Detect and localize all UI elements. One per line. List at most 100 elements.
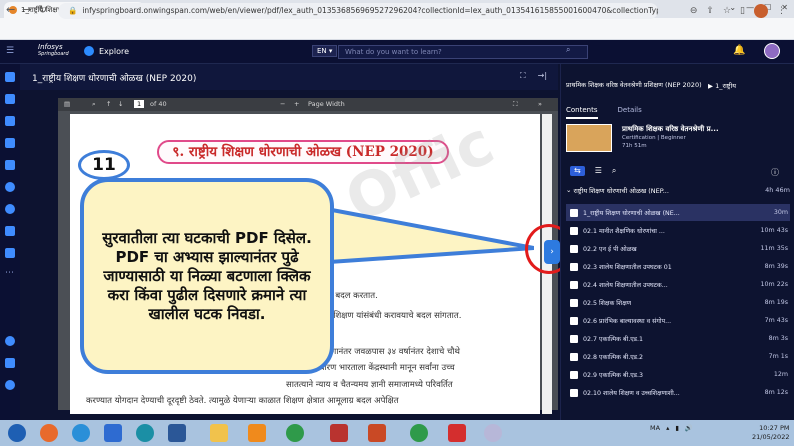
hamburger-menu-icon[interactable]: ☰ xyxy=(6,46,14,56)
zoom-select[interactable]: Page Width xyxy=(308,100,345,108)
explore-link[interactable]: Explore xyxy=(84,46,129,56)
video-icon xyxy=(570,388,578,397)
start-button-icon[interactable] xyxy=(8,424,26,442)
content-item[interactable]: 02.8 एकात्मिक बी.एड.2 7m 1s xyxy=(566,348,790,365)
item-label: 02.10 शालेय शिक्षण व उच्चशिक्षणाशी... xyxy=(583,390,680,397)
logo-line1: Infosys xyxy=(38,43,63,51)
forward-arrow-icon[interactable]: → xyxy=(22,3,31,16)
notification-bell-icon[interactable]: 🔔 xyxy=(733,45,745,56)
item-label: 02.7 एकात्मिक बी.एड.1 xyxy=(583,336,644,343)
triangle-nav-icon[interactable] xyxy=(5,94,15,104)
tree-view-icon[interactable]: ⇆ xyxy=(570,166,585,176)
fullscreen-icon[interactable]: ⛶ xyxy=(520,71,526,81)
more-icon[interactable]: ⋯ xyxy=(5,268,14,278)
user-avatar[interactable] xyxy=(764,43,780,59)
page-number-input[interactable]: 1 xyxy=(134,100,145,108)
zoom-in-button[interactable]: + xyxy=(294,100,299,108)
code-icon[interactable] xyxy=(5,138,15,148)
pdf-line-4: क धोरणानंतर जवळपास ३४ वर्षानंतर देशाचे च… xyxy=(310,347,460,357)
tab-contents[interactable]: Contents xyxy=(566,106,598,119)
content-item[interactable]: 02.10 शालेय शिक्षण व उच्चशिक्षणाशी... 8m … xyxy=(566,384,790,401)
content-item[interactable]: 02.3 शालेय शिक्षणातील उपघटक 01 8m 39s xyxy=(566,258,790,275)
sidebar-toggle-icon[interactable]: ▤ xyxy=(64,100,70,108)
document-icon[interactable] xyxy=(5,248,15,258)
url-field[interactable]: 🔒 infyspringboard.onwingspan.com/web/en/v… xyxy=(58,3,658,19)
collapse-panel-icon[interactable]: →| xyxy=(538,71,547,81)
pdf-search-icon[interactable]: ⌕ xyxy=(92,100,96,109)
taskbar-clock[interactable]: 10:27 PM 21/05/2022 xyxy=(752,424,789,442)
firefox-icon[interactable] xyxy=(40,424,58,442)
word-icon[interactable] xyxy=(168,424,186,442)
search-input[interactable]: What do you want to learn? xyxy=(338,45,588,59)
help-icon[interactable] xyxy=(5,380,15,390)
item-label: 02.2 एन ई पी ओळख xyxy=(583,246,637,253)
pdf-icon xyxy=(570,208,578,217)
sidebar-toggle-icon[interactable]: ▯ xyxy=(740,6,745,16)
card-title[interactable]: प्राथमिक शिक्षक वरिष्ठ वेतनश्रेणी प्र... xyxy=(622,125,719,134)
file-explorer-icon[interactable] xyxy=(210,424,228,442)
panel-search-icon[interactable]: ⌕ xyxy=(612,166,616,176)
back-arrow-icon[interactable]: ← xyxy=(6,3,15,16)
content-item[interactable]: 02.5 शिक्षक शिक्षण 8m 19s xyxy=(566,294,790,311)
item-duration: 11m 35s xyxy=(760,245,788,252)
course-title: 1_राष्ट्रीय शिक्षण धोरणाची ओळख (NEP 2020… xyxy=(32,74,197,84)
tools-icon[interactable]: » xyxy=(538,100,542,108)
pdf-line-3: शिक्षक शिक्षण यांसंबंधी करावयाचे बदल सां… xyxy=(310,311,462,321)
content-item[interactable]: 02.4 शालेय शिक्षणातील उपघटक... 10m 22s xyxy=(566,276,790,293)
chrome-icon[interactable] xyxy=(286,424,304,442)
breadcrumb-current[interactable]: 1_राष्ट्रीय xyxy=(715,82,736,90)
infosys-springboard-logo[interactable]: Infosys Springboard xyxy=(38,44,69,58)
item-duration: 12m xyxy=(773,371,788,378)
edge-icon[interactable] xyxy=(136,424,154,442)
list-view-icon[interactable]: ☰ xyxy=(595,166,602,176)
content-item[interactable]: 02.9 एकात्मिक बी.एड.3 12m xyxy=(566,366,790,383)
presentation-icon[interactable]: ⛶ xyxy=(513,100,518,109)
target-icon[interactable] xyxy=(5,182,15,192)
zoom-icon[interactable]: ⊖ xyxy=(690,6,698,16)
prev-page-icon[interactable]: ↑ xyxy=(106,100,111,108)
item-duration: 10m 22s xyxy=(760,281,788,288)
chat-icon[interactable] xyxy=(5,160,15,170)
content-item[interactable]: 1_राष्ट्रीय शिक्षण धोरणाची ओळख (NE... 30m xyxy=(566,204,790,221)
item-label: 02.5 शिक्षक शिक्षण xyxy=(583,300,632,307)
media-player-icon[interactable] xyxy=(104,424,122,442)
gear-icon[interactable] xyxy=(5,336,15,346)
share-icon[interactable]: ⇪ xyxy=(706,6,714,16)
zoom-out-button[interactable]: − xyxy=(280,100,285,108)
volume-icon[interactable]: 🔊 xyxy=(685,424,693,432)
info-icon[interactable]: ⓘ xyxy=(771,167,779,178)
home-icon[interactable] xyxy=(5,72,15,82)
step-badge: 11 xyxy=(78,150,130,180)
vlc-icon[interactable] xyxy=(248,424,266,442)
content-item[interactable]: 02.6 प्रारंभिक बाल्यावस्था व संगोप... 7m … xyxy=(566,312,790,329)
pdf-line-5: क धोरण भारताला केंद्रस्थानी मानून सर्वां… xyxy=(310,363,455,373)
content-item[interactable]: 02.7 एकात्मिक बी.एड.1 8m 3s xyxy=(566,330,790,347)
snipping-tool-icon[interactable] xyxy=(484,424,502,442)
acrobat-icon[interactable] xyxy=(448,424,466,442)
module-duration: 4h 46m xyxy=(765,186,790,194)
pdf-app-icon[interactable] xyxy=(330,424,348,442)
tray-up-arrow-icon[interactable]: ▴ xyxy=(666,424,669,432)
next-page-icon[interactable]: ↓ xyxy=(118,100,123,108)
tab-details[interactable]: Details xyxy=(618,106,642,119)
content-item[interactable]: 02.2 एन ई पी ओळख 11m 35s xyxy=(566,240,790,257)
chrome-icon-2[interactable] xyxy=(410,424,428,442)
search-icon[interactable]: ⌕ xyxy=(566,45,570,55)
module-header[interactable]: ⌄ राष्ट्रीय शिक्षण धोरणाची ओळख (NEP... 4… xyxy=(566,186,790,195)
powerpoint-icon[interactable] xyxy=(368,424,386,442)
bookmark-star-icon[interactable]: ☆ xyxy=(723,6,731,16)
pen-icon[interactable] xyxy=(5,226,15,236)
item-duration: 7m 43s xyxy=(764,317,788,324)
briefcase-icon[interactable] xyxy=(5,116,15,126)
item-duration: 8m 19s xyxy=(764,299,788,306)
reload-icon[interactable]: ↻ xyxy=(38,3,47,16)
ie-icon[interactable] xyxy=(72,424,90,442)
network-icon[interactable]: ▮ xyxy=(675,424,679,432)
menu-kebab-icon[interactable]: ⋮ xyxy=(777,6,786,16)
profile-avatar[interactable] xyxy=(754,4,768,18)
content-item[interactable]: 02.1 मानीत शैक्षणिक धोरणांचा ... 10m 43s xyxy=(566,222,790,239)
language-select[interactable]: EN ▾ xyxy=(312,45,338,57)
grid-icon[interactable] xyxy=(5,358,15,368)
settings-wheel-icon[interactable] xyxy=(5,204,15,214)
item-label: 02.8 एकात्मिक बी.एड.2 xyxy=(583,354,644,361)
